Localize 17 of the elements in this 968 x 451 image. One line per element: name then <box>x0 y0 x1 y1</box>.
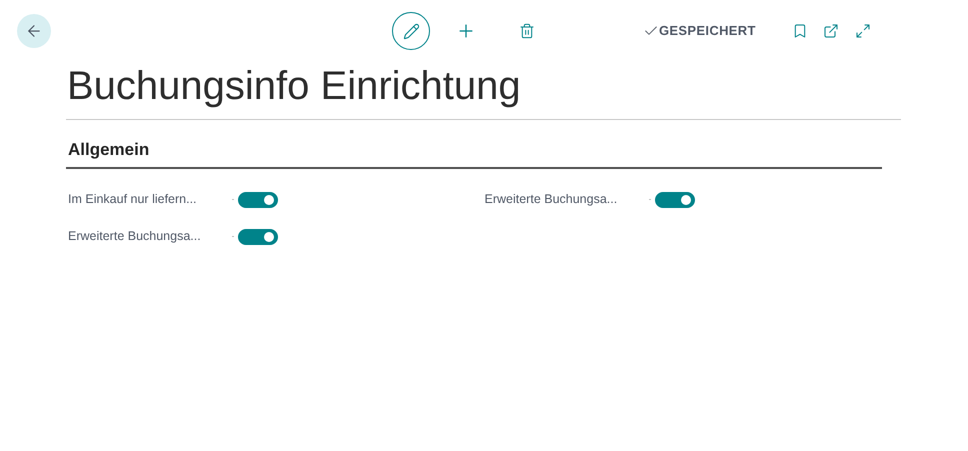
field-label: Erweiterte Buchungsa... <box>68 228 202 246</box>
expand-icon <box>854 23 871 39</box>
trash-icon <box>519 23 535 39</box>
field-label: Im Einkauf nur liefern... <box>68 191 198 208</box>
section-heading: Allgemein <box>67 139 150 161</box>
back-button[interactable] <box>17 14 51 48</box>
toggle-switch[interactable] <box>238 228 278 244</box>
open-in-new-window-button[interactable] <box>822 23 839 39</box>
pencil-icon <box>402 22 420 40</box>
open-external-icon <box>822 23 839 39</box>
expand-button[interactable] <box>854 23 871 39</box>
toggle-switch[interactable] <box>654 192 694 208</box>
toggle-switch[interactable] <box>238 192 278 208</box>
saved-status: GESPEICHERT <box>659 22 756 40</box>
edit-button[interactable] <box>392 12 430 50</box>
field-label: Erweiterte Buchungsa... <box>484 191 618 208</box>
page-title: Buchungsinfo Einrichtung <box>66 63 522 110</box>
